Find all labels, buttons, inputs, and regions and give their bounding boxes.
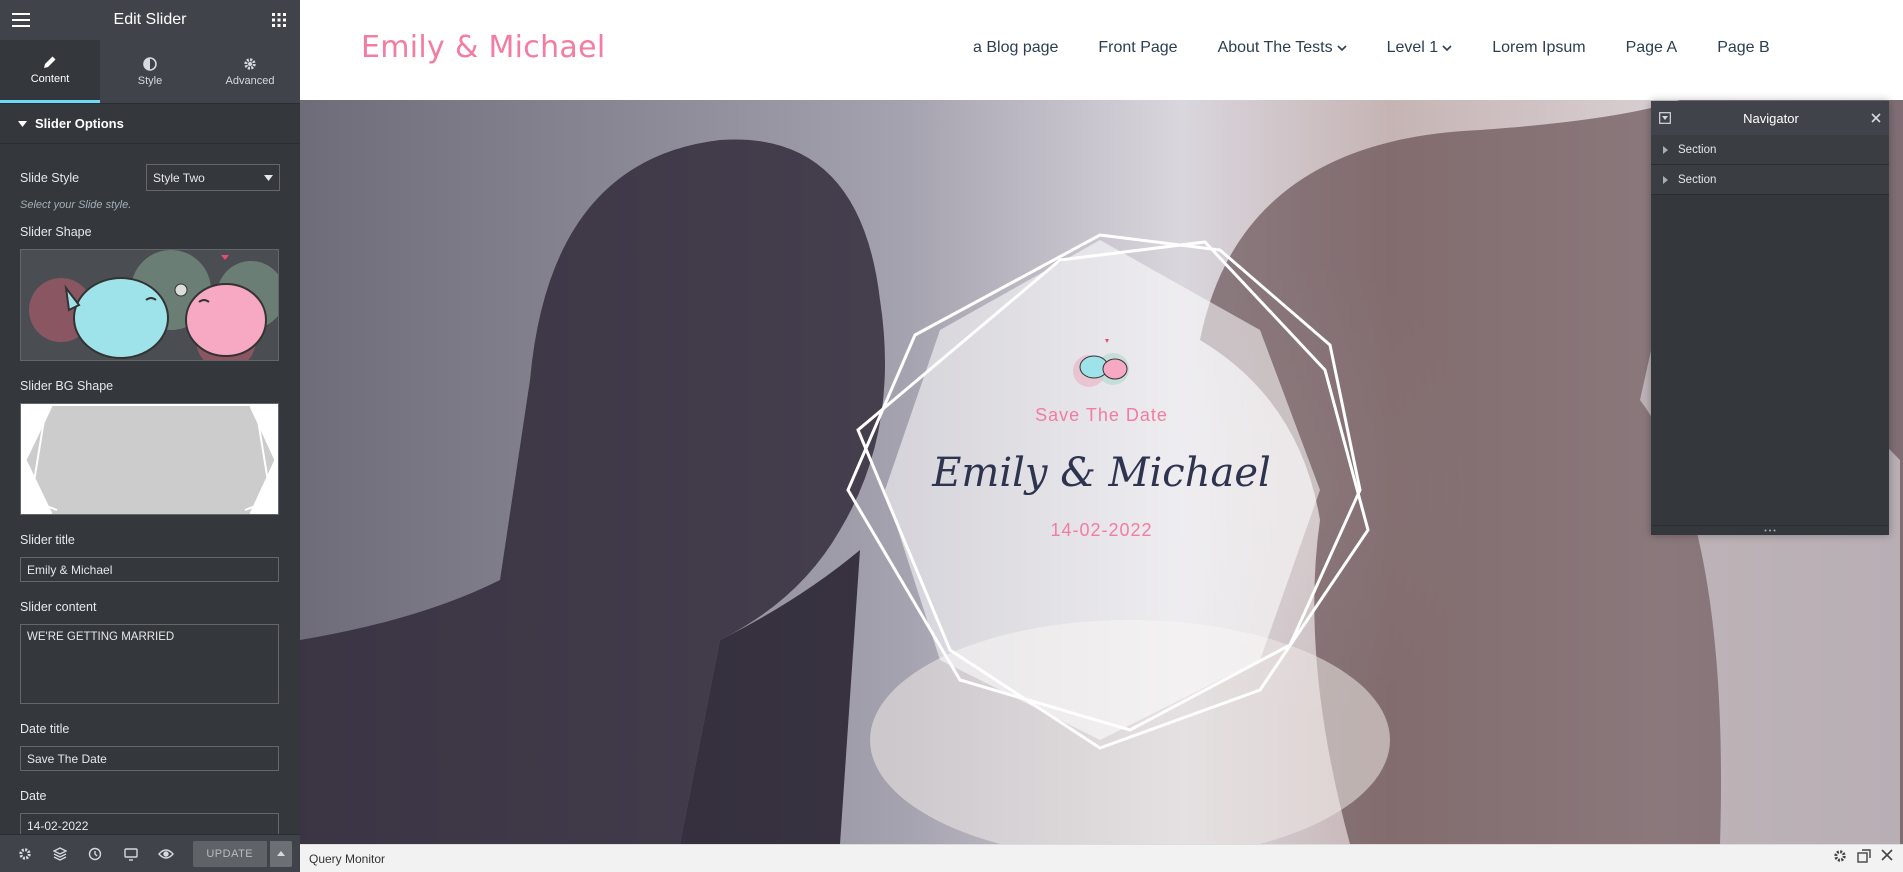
slide-style-help: Select your Slide style. bbox=[20, 199, 132, 211]
nav-label: Lorem Ipsum bbox=[1492, 39, 1586, 56]
responsive-mode-icon[interactable] bbox=[114, 836, 147, 872]
close-icon[interactable] bbox=[1871, 113, 1881, 123]
caret-right-icon bbox=[1663, 175, 1668, 184]
editor-body: Slide Style Style Two Select your Slide … bbox=[0, 144, 300, 838]
gear-icon[interactable] bbox=[1833, 849, 1847, 863]
query-monitor-tools bbox=[1833, 849, 1893, 863]
nav-label: Level 1 bbox=[1386, 39, 1439, 56]
caret-down-icon bbox=[264, 174, 273, 181]
tab-style[interactable]: Style bbox=[100, 40, 200, 103]
nav-item-front-page[interactable]: Front Page bbox=[1098, 39, 1177, 57]
slider-title-label: Slider title bbox=[20, 533, 75, 547]
layers-icon[interactable] bbox=[43, 836, 76, 872]
nav-label: Page A bbox=[1625, 39, 1678, 56]
slider-title-input[interactable]: Emily & Michael bbox=[20, 557, 279, 582]
slider-bg-shape-image[interactable] bbox=[20, 403, 279, 515]
caret-up-icon bbox=[276, 851, 285, 856]
popout-window-icon[interactable] bbox=[1857, 849, 1871, 863]
navigator-item-label: Section bbox=[1678, 143, 1717, 156]
slider-content-label: Slider content bbox=[20, 600, 97, 614]
editor-footer: UPDATE bbox=[0, 834, 300, 872]
slider-shape-label: Slider Shape bbox=[20, 225, 92, 239]
section-title: Slider Options bbox=[35, 116, 124, 131]
widgets-grid-icon[interactable] bbox=[268, 9, 290, 31]
site-header: Emily & Michael a Blog page Front Page A… bbox=[300, 0, 1903, 100]
slider-options-section[interactable]: Slider Options bbox=[0, 104, 300, 144]
tab-content[interactable]: Content bbox=[0, 40, 100, 103]
tab-advanced-label: Advanced bbox=[225, 74, 275, 87]
nav-item-level-1[interactable]: Level 1 bbox=[1387, 39, 1453, 57]
caret-down-icon bbox=[18, 120, 27, 127]
slide-style-row: Slide Style Style Two bbox=[20, 164, 280, 191]
slider-bg-shape-label: Slider BG Shape bbox=[20, 379, 114, 393]
navigator-item-section[interactable]: Section bbox=[1651, 165, 1889, 195]
query-monitor-label: Query Monitor bbox=[309, 851, 386, 866]
chevron-down-icon bbox=[1442, 45, 1452, 51]
editor-tabs: Content Style Advanced bbox=[0, 40, 300, 104]
slide-style-value: Style Two bbox=[153, 170, 205, 185]
navigator-panel[interactable]: Navigator Section Section bbox=[1651, 101, 1889, 535]
close-icon[interactable] bbox=[1881, 849, 1893, 861]
nav-item-page-b[interactable]: Page B bbox=[1717, 39, 1769, 57]
collapse-all-icon[interactable] bbox=[1659, 112, 1671, 124]
navigator-header[interactable]: Navigator bbox=[1651, 101, 1889, 135]
nav-label: Page B bbox=[1717, 39, 1770, 56]
slide-style-select[interactable]: Style Two bbox=[146, 164, 280, 191]
nav-item-about-the-tests[interactable]: About The Tests bbox=[1218, 39, 1347, 57]
nav-label: About The Tests bbox=[1217, 39, 1333, 56]
love-birds-icon bbox=[1073, 339, 1129, 387]
preview-eye-icon[interactable] bbox=[149, 836, 182, 872]
site-logo[interactable]: Emily & Michael bbox=[361, 30, 605, 65]
slide-style-label: Slide Style bbox=[20, 170, 80, 185]
history-icon[interactable] bbox=[79, 836, 112, 872]
editor-header: Edit Slider bbox=[0, 0, 300, 40]
slider-content-value: WE'RE GETTING MARRIED bbox=[27, 631, 175, 643]
nav-label: Front Page bbox=[1098, 39, 1178, 56]
navigator-title: Navigator bbox=[1743, 110, 1799, 126]
query-monitor-bar[interactable]: Query Monitor bbox=[300, 844, 1903, 872]
tab-advanced[interactable]: Advanced bbox=[200, 40, 300, 103]
tab-style-label: Style bbox=[137, 74, 163, 87]
gear-icon bbox=[244, 57, 256, 70]
chevron-down-icon bbox=[1337, 45, 1347, 51]
slider-shape-image[interactable] bbox=[20, 249, 279, 361]
grip-dots-icon bbox=[1764, 529, 1776, 532]
editor-panel: Edit Slider Content Style Advanced Slide… bbox=[0, 0, 300, 872]
navigator-resize-handle[interactable] bbox=[1651, 525, 1889, 535]
editor-title: Edit Slider bbox=[113, 11, 187, 28]
date-title-input[interactable]: Save The Date bbox=[20, 746, 279, 771]
update-options-button[interactable] bbox=[269, 840, 293, 867]
slider-content-textarea[interactable]: WE'RE GETTING MARRIED bbox=[20, 624, 279, 704]
nav-item-page-a[interactable]: Page A bbox=[1626, 39, 1678, 57]
navigator-item-label: Section bbox=[1678, 173, 1717, 186]
date-label: Date bbox=[20, 789, 47, 803]
update-button[interactable]: UPDATE bbox=[192, 840, 267, 867]
caret-right-icon bbox=[1663, 145, 1668, 154]
hamburger-menu-icon[interactable] bbox=[10, 9, 32, 31]
tab-content-label: Content bbox=[30, 73, 70, 85]
date-title-label: Date title bbox=[20, 722, 70, 736]
nav-item-lorem-ipsum[interactable]: Lorem Ipsum bbox=[1492, 39, 1585, 57]
pencil-icon bbox=[44, 56, 56, 68]
site-nav: a Blog page Front Page About The Tests L… bbox=[973, 39, 1810, 57]
half-circle-icon bbox=[143, 56, 157, 71]
nav-item-blog[interactable]: a Blog page bbox=[973, 39, 1058, 57]
nav-label: a Blog page bbox=[973, 39, 1059, 56]
love-birds-image bbox=[21, 250, 278, 360]
navigator-item-section[interactable]: Section bbox=[1651, 135, 1889, 165]
settings-icon[interactable] bbox=[8, 836, 41, 872]
geometric-frame-image bbox=[23, 405, 278, 514]
